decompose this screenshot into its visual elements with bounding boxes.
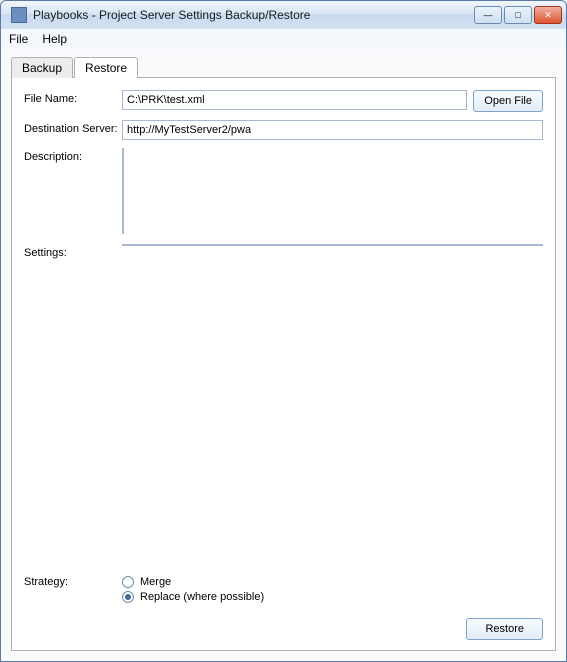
settings-tree: −✓Server Settings−✓Operational Policies✓… xyxy=(122,244,543,246)
description-box: Source Server: http://MyTestServer2/pwa … xyxy=(122,148,124,234)
file-name-label: File Name: xyxy=(24,90,122,105)
scroll-up-button[interactable]: ▲ xyxy=(122,149,123,165)
strategy-merge-radio[interactable] xyxy=(122,576,134,588)
destination-server-label: Destination Server: xyxy=(24,120,122,135)
strategy-replace-radio[interactable] xyxy=(122,591,134,603)
strategy-merge-label: Merge xyxy=(140,576,171,588)
client-area: Backup Restore File Name: Open File Dest… xyxy=(1,49,566,661)
window-title: Playbooks - Project Server Settings Back… xyxy=(33,8,474,22)
menu-file[interactable]: File xyxy=(9,32,28,46)
settings-label: Settings: xyxy=(24,244,122,259)
app-window: Playbooks - Project Server Settings Back… xyxy=(0,0,567,662)
description-text: Source Server: http://MyTestServer2/pwa … xyxy=(123,149,124,233)
file-name-input[interactable] xyxy=(122,90,467,110)
restore-panel: File Name: Open File Destination Server:… xyxy=(11,77,556,651)
destination-server-input[interactable] xyxy=(122,120,543,140)
titlebar[interactable]: Playbooks - Project Server Settings Back… xyxy=(1,1,566,29)
strategy-replace-label: Replace (where possible) xyxy=(140,591,264,603)
minimize-button[interactable]: — xyxy=(474,6,502,24)
description-label: Description: xyxy=(24,148,122,163)
restore-button[interactable]: Restore xyxy=(466,618,543,640)
menu-help[interactable]: Help xyxy=(42,32,67,46)
close-button[interactable]: ✕ xyxy=(534,6,562,24)
app-icon xyxy=(11,7,27,23)
description-scrollbar[interactable]: ▲ ▼ xyxy=(122,149,123,233)
tab-backup[interactable]: Backup xyxy=(11,57,73,78)
tab-restore[interactable]: Restore xyxy=(74,57,138,78)
scroll-up-button[interactable]: ▲ xyxy=(527,245,542,246)
menubar: File Help xyxy=(1,29,566,49)
tab-strip: Backup Restore xyxy=(11,55,556,77)
open-file-button[interactable]: Open File xyxy=(473,90,543,112)
maximize-button[interactable]: □ xyxy=(504,6,532,24)
scroll-down-button[interactable]: ▼ xyxy=(122,217,123,233)
strategy-label: Strategy: xyxy=(24,573,122,588)
